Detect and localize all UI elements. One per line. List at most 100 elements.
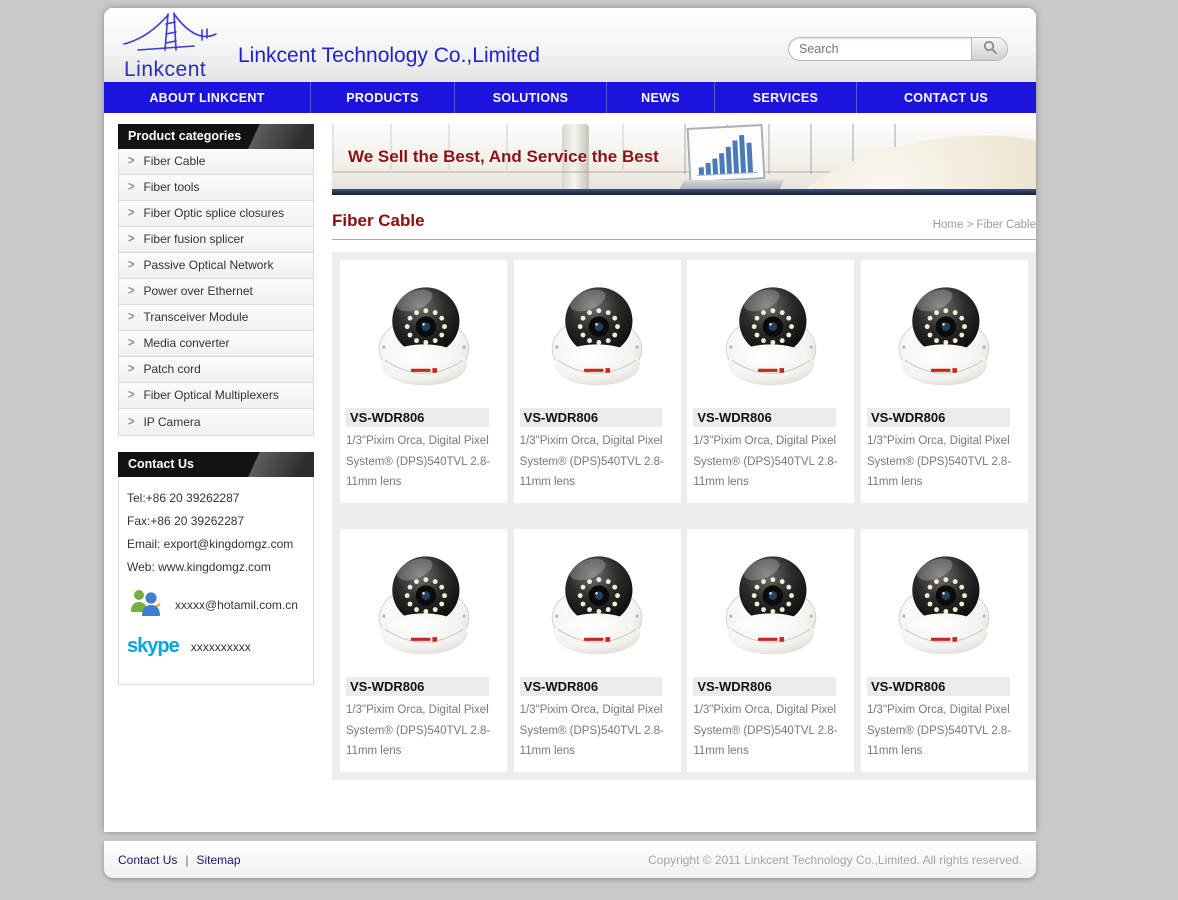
product-image[interactable] (867, 265, 1022, 405)
contact-box: Tel:+86 20 39262287 Fax:+86 20 39262287 … (118, 477, 314, 685)
product-card: VS-WDR806 1/3"Pixim Orca, Digital Pixel … (340, 529, 507, 772)
title-bar: Fiber Cable Home > Fiber Cable (332, 211, 1036, 240)
page-title: Fiber Cable (332, 211, 425, 231)
dome-camera-image (541, 273, 653, 397)
product-card: VS-WDR806 1/3"Pixim Orca, Digital Pixel … (861, 529, 1028, 772)
product-description: 1/3"Pixim Orca, Digital Pixel System® (D… (520, 431, 675, 493)
product-description: 1/3"Pixim Orca, Digital Pixel System® (D… (520, 700, 675, 762)
product-name[interactable]: VS-WDR806 (346, 677, 489, 696)
dome-camera-image (715, 273, 827, 397)
chevron-right-icon: > (128, 407, 134, 437)
sidebar-item-passive-optical-network[interactable]: > Passive Optical Network (119, 253, 313, 279)
product-name[interactable]: VS-WDR806 (693, 677, 836, 696)
product-image[interactable] (867, 534, 1022, 674)
product-description: 1/3"Pixim Orca, Digital Pixel System® (D… (693, 700, 848, 762)
main-content: We Sell the Best, And Service the Best F… (332, 124, 1036, 780)
chevron-right-icon: > (128, 381, 134, 411)
sidebar-item-patch-cord[interactable]: > Patch cord (119, 357, 313, 383)
nav-item-services[interactable]: SERVICES (715, 82, 857, 113)
banner-slogan: We Sell the Best, And Service the Best (348, 147, 659, 167)
product-image[interactable] (346, 265, 501, 405)
msn-messenger-icon (127, 586, 163, 623)
skype-row: skype xxxxxxxxxx (127, 635, 305, 658)
search-box (788, 37, 1008, 61)
category-list: > Fiber Cable > Fiber tools > Fiber Opti… (118, 149, 314, 436)
sidebar-item-media-converter[interactable]: > Media converter (119, 331, 313, 357)
product-card: VS-WDR806 1/3"Pixim Orca, Digital Pixel … (340, 260, 507, 503)
product-card: VS-WDR806 1/3"Pixim Orca, Digital Pixel … (514, 529, 681, 772)
contact-tel: Tel:+86 20 39262287 (127, 491, 305, 505)
product-description: 1/3"Pixim Orca, Digital Pixel System® (D… (693, 431, 848, 493)
banner-laptop-base (680, 180, 785, 189)
banner-laptop-screen (687, 124, 766, 183)
dome-camera-image (715, 542, 827, 666)
product-card: VS-WDR806 1/3"Pixim Orca, Digital Pixel … (687, 529, 854, 772)
nav-item-contact-us[interactable]: CONTACT US (857, 82, 1035, 113)
sidebar-item-power-over-ethernet[interactable]: > Power over Ethernet (119, 279, 313, 305)
breadcrumb-home-link[interactable]: Home (933, 219, 964, 231)
company-logo[interactable]: Linkcent (116, 10, 226, 82)
skype-address[interactable]: xxxxxxxxxx (191, 640, 251, 654)
sidebar-item-transceiver-module[interactable]: > Transceiver Module (119, 305, 313, 331)
site-footer: Contact Us | Sitemap Copyright © 2011 Li… (104, 840, 1036, 878)
product-name[interactable]: VS-WDR806 (520, 408, 663, 427)
nav-item-solutions[interactable]: SOLUTIONS (455, 82, 607, 113)
product-image[interactable] (520, 265, 675, 405)
msn-row: xxxxx@hotamil.com.cn (127, 586, 305, 623)
product-image[interactable] (520, 534, 675, 674)
breadcrumb-separator: > (967, 219, 974, 231)
contact-us-header: Contact Us (118, 452, 314, 477)
breadcrumb: Home > Fiber Cable (933, 219, 1036, 231)
nav-item-news[interactable]: NEWS (607, 82, 715, 113)
sidebar-item-fiber-fusion-splicer[interactable]: > Fiber fusion splicer (119, 227, 313, 253)
sidebar-item-fiber-optic-splice-closures[interactable]: > Fiber Optic splice closures (119, 201, 313, 227)
search-input[interactable] (789, 38, 971, 60)
product-name[interactable]: VS-WDR806 (520, 677, 663, 696)
search-icon (982, 39, 998, 60)
company-name: Linkcent Technology Co.,Limited (238, 44, 540, 68)
product-image[interactable] (693, 534, 848, 674)
contact-fax: Fax:+86 20 39262287 (127, 514, 305, 528)
search-button[interactable] (971, 38, 1007, 60)
copyright-text: Copyright © 2011 Linkcent Technology Co.… (648, 853, 1022, 867)
sidebar-item-fiber-cable[interactable]: > Fiber Cable (119, 149, 313, 175)
product-image[interactable] (693, 265, 848, 405)
bridge-logo-icon (116, 10, 226, 60)
product-card: VS-WDR806 1/3"Pixim Orca, Digital Pixel … (861, 260, 1028, 503)
footer-link-contact-us[interactable]: Contact Us (118, 853, 177, 867)
main-container: Linkcent Linkcent Technology Co.,Limited… (104, 8, 1036, 832)
footer-link-sitemap[interactable]: Sitemap (196, 853, 240, 867)
main-nav: ABOUT LINKCENT PRODUCTS SOLUTIONS NEWS S… (104, 82, 1036, 113)
product-description: 1/3"Pixim Orca, Digital Pixel System® (D… (867, 700, 1022, 762)
footer-link-separator: | (185, 853, 188, 867)
logo-wordmark: Linkcent (124, 58, 206, 82)
page-body: Product categories > Fiber Cable > Fiber… (104, 113, 1036, 780)
product-description: 1/3"Pixim Orca, Digital Pixel System® (D… (346, 700, 501, 762)
page: Linkcent Linkcent Technology Co.,Limited… (0, 0, 1178, 900)
nav-item-products[interactable]: PRODUCTS (311, 82, 455, 113)
sidebar: Product categories > Fiber Cable > Fiber… (118, 124, 314, 685)
nav-item-about-linkcent[interactable]: ABOUT LINKCENT (104, 82, 311, 113)
product-card: VS-WDR806 1/3"Pixim Orca, Digital Pixel … (687, 260, 854, 503)
dome-camera-image (368, 273, 480, 397)
skype-icon: skype (127, 635, 179, 658)
dome-camera-image (368, 542, 480, 666)
sidebar-item-fiber-tools[interactable]: > Fiber tools (119, 175, 313, 201)
product-categories-header: Product categories (118, 124, 314, 149)
product-name[interactable]: VS-WDR806 (346, 408, 489, 427)
product-image[interactable] (346, 534, 501, 674)
sidebar-item-ip-camera[interactable]: > IP Camera (119, 409, 313, 435)
footer-links: Contact Us | Sitemap (118, 853, 241, 867)
breadcrumb-current: Fiber Cable (977, 219, 1036, 231)
sidebar-item-fiber-optical-multiplexers[interactable]: > Fiber Optical Multiplexers (119, 383, 313, 409)
product-card: VS-WDR806 1/3"Pixim Orca, Digital Pixel … (514, 260, 681, 503)
product-name[interactable]: VS-WDR806 (867, 408, 1010, 427)
product-name[interactable]: VS-WDR806 (867, 677, 1010, 696)
banner-bottom-strip (332, 189, 1036, 195)
msn-address[interactable]: xxxxx@hotamil.com.cn (175, 598, 298, 612)
hero-banner: We Sell the Best, And Service the Best (332, 124, 1036, 195)
product-name[interactable]: VS-WDR806 (693, 408, 836, 427)
site-header: Linkcent Linkcent Technology Co.,Limited (104, 8, 1036, 82)
contact-email: Email: export@kingdomgz.com (127, 537, 305, 551)
product-description: 1/3"Pixim Orca, Digital Pixel System® (D… (346, 431, 501, 493)
